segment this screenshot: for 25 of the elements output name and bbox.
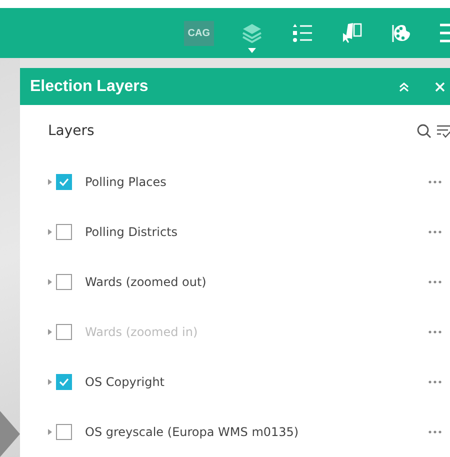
layer-name: Wards (zoomed out) xyxy=(85,275,208,289)
checkbox[interactable] xyxy=(56,274,72,290)
expand-arrow-icon[interactable] xyxy=(46,327,54,337)
check-icon xyxy=(58,376,70,388)
layer-name: OS Copyright xyxy=(85,375,166,389)
expand-arrow-icon[interactable] xyxy=(46,427,54,437)
triangle-icon xyxy=(0,411,20,457)
section-heading: Layers xyxy=(48,123,96,140)
layer-name: Polling Districts xyxy=(85,225,179,239)
check-icon xyxy=(58,176,70,188)
checkbox[interactable] xyxy=(56,424,72,440)
layer-name: Wards (zoomed in) xyxy=(85,325,199,339)
checkbox[interactable] xyxy=(56,174,72,190)
checkbox[interactable] xyxy=(56,224,72,240)
layer-name: Polling Places xyxy=(85,175,168,189)
close-icon xyxy=(434,80,446,93)
double-chevron-up-icon xyxy=(398,80,410,93)
expand-arrow-icon[interactable] xyxy=(46,177,54,187)
expand-arrow-icon[interactable] xyxy=(46,277,54,287)
cag-badge-button[interactable]: CAG xyxy=(178,13,220,53)
layer-name: OS greyscale (Europa WMS m0135) xyxy=(85,425,300,439)
panel-title: Election Layers xyxy=(30,78,150,96)
checkbox[interactable] xyxy=(56,374,72,390)
expand-arrow-icon[interactable] xyxy=(46,377,54,387)
expand-arrow-icon[interactable] xyxy=(46,227,54,237)
